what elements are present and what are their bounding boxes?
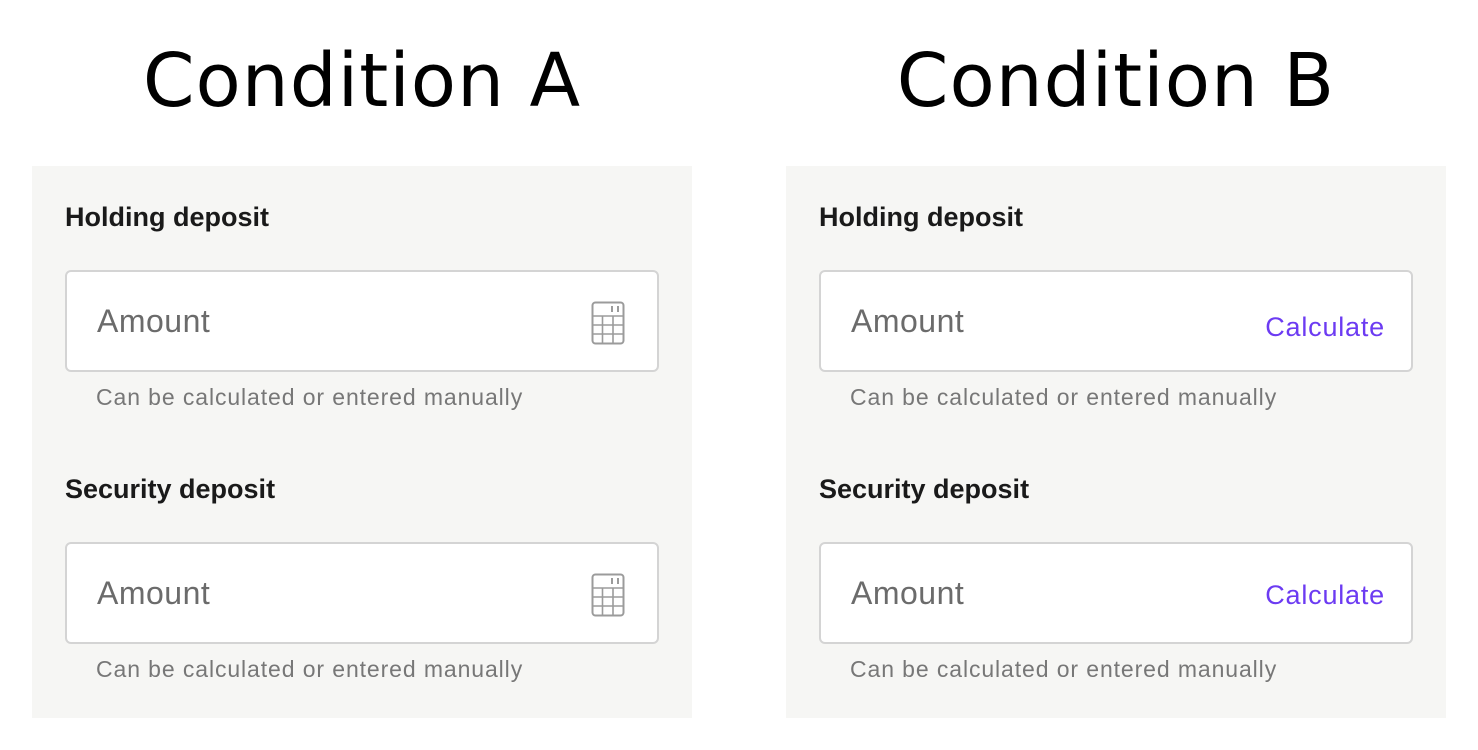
condition-a-panel: Holding deposit Amount Can be calculated… (32, 166, 692, 718)
condition-b-panel: Holding deposit Amount Calculate Can be … (786, 166, 1446, 718)
security-deposit-label: Security deposit (819, 474, 1030, 504)
calculator-icon[interactable] (591, 573, 625, 617)
condition-a-heading: Condition A (142, 38, 582, 124)
holding-deposit-input[interactable]: Amount (65, 270, 659, 372)
security-deposit-placeholder: Amount (97, 575, 211, 611)
holding-deposit-helper: Can be calculated or entered manually (850, 384, 1278, 410)
security-deposit-placeholder: Amount (851, 575, 965, 611)
security-deposit-helper: Can be calculated or entered manually (850, 656, 1278, 682)
security-deposit-input[interactable]: Amount (65, 542, 659, 644)
security-deposit-label: Security deposit (65, 474, 276, 504)
security-deposit-helper: Can be calculated or entered manually (96, 656, 524, 682)
holding-deposit-input[interactable]: Amount Calculate (819, 270, 1413, 372)
holding-deposit-placeholder: Amount (851, 303, 965, 339)
condition-b-heading: Condition B (896, 38, 1336, 124)
calculate-link[interactable]: Calculate (1265, 272, 1385, 382)
calculator-icon[interactable] (591, 301, 625, 345)
security-deposit-input[interactable]: Amount Calculate (819, 542, 1413, 644)
holding-deposit-placeholder: Amount (97, 303, 211, 339)
calculate-link[interactable]: Calculate (1265, 544, 1385, 654)
holding-deposit-label: Holding deposit (65, 202, 269, 232)
holding-deposit-label: Holding deposit (819, 202, 1023, 232)
holding-deposit-helper: Can be calculated or entered manually (96, 384, 524, 410)
